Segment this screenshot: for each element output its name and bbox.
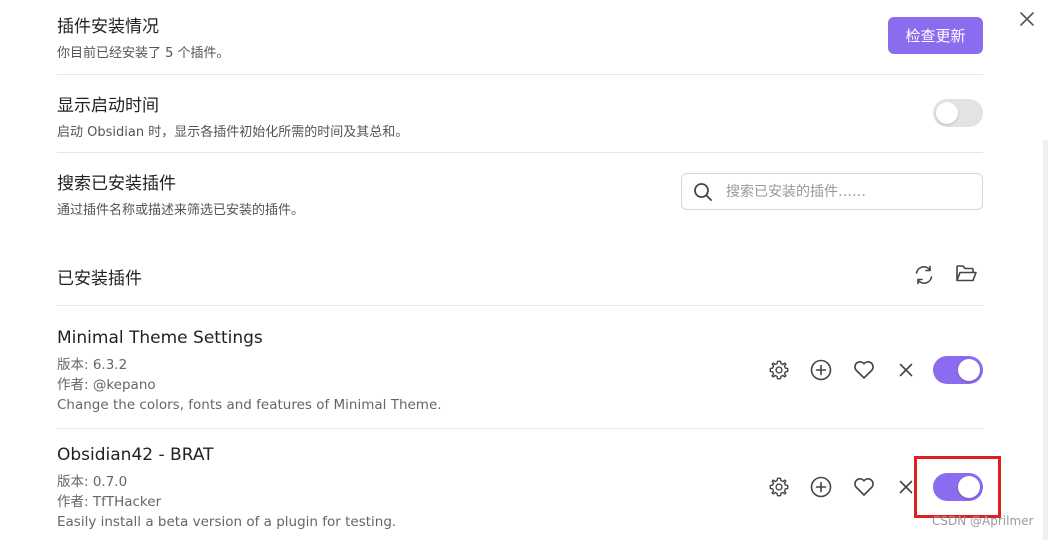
plugins-status-title: 插件安装情况 <box>57 17 159 37</box>
plugin-description: Change the colors, fonts and features of… <box>57 397 442 413</box>
search-input[interactable] <box>726 181 966 203</box>
plugin-enable-toggle[interactable] <box>933 356 983 384</box>
x-icon[interactable] <box>899 363 913 377</box>
divider <box>57 74 983 75</box>
plugin-author: 作者: @kepano <box>57 377 156 393</box>
installed-plugins-heading: 已安装插件 <box>57 269 142 289</box>
plugin-version: 版本: 0.7.0 <box>57 474 128 490</box>
divider <box>57 305 983 306</box>
folder-open-icon[interactable] <box>955 264 978 284</box>
startup-time-desc: 启动 Obsidian 时，显示各插件初始化所需的时间及其总和。 <box>57 125 409 140</box>
divider <box>57 428 983 429</box>
search-plugins-title: 搜索已安装插件 <box>57 174 176 194</box>
gear-icon[interactable] <box>768 359 790 381</box>
plugin-name: Minimal Theme Settings <box>57 328 263 348</box>
plugins-count-text: 你目前已经安装了 5 个插件。 <box>57 46 230 61</box>
plus-circle-icon[interactable] <box>810 476 832 498</box>
annotation-highlight-box <box>914 456 1001 518</box>
reload-icon[interactable] <box>913 264 935 286</box>
plugin-name: Obsidian42 - BRAT <box>57 445 214 465</box>
search-icon <box>694 183 712 201</box>
search-box[interactable] <box>681 173 983 210</box>
divider <box>57 152 983 153</box>
heart-icon[interactable] <box>853 360 875 380</box>
plus-circle-icon[interactable] <box>810 359 832 381</box>
toggle-knob <box>936 102 958 124</box>
scrollbar[interactable] <box>1043 140 1048 540</box>
x-icon[interactable] <box>899 480 913 494</box>
gear-icon[interactable] <box>768 476 790 498</box>
toggle-knob <box>958 359 980 381</box>
startup-time-title: 显示启动时间 <box>57 96 159 116</box>
watermark: CSDN @Aprilmer <box>932 514 1034 528</box>
heart-icon[interactable] <box>853 477 875 497</box>
search-plugins-desc: 通过插件名称或描述来筛选已安装的插件。 <box>57 203 305 218</box>
startup-time-toggle[interactable] <box>933 99 983 127</box>
plugin-author: 作者: TfTHacker <box>57 494 162 510</box>
plugin-description: Easily install a beta version of a plugi… <box>57 514 397 530</box>
close-icon[interactable] <box>1019 11 1035 27</box>
plugin-version: 版本: 6.3.2 <box>57 357 128 373</box>
check-update-button[interactable]: 检查更新 <box>888 17 983 54</box>
